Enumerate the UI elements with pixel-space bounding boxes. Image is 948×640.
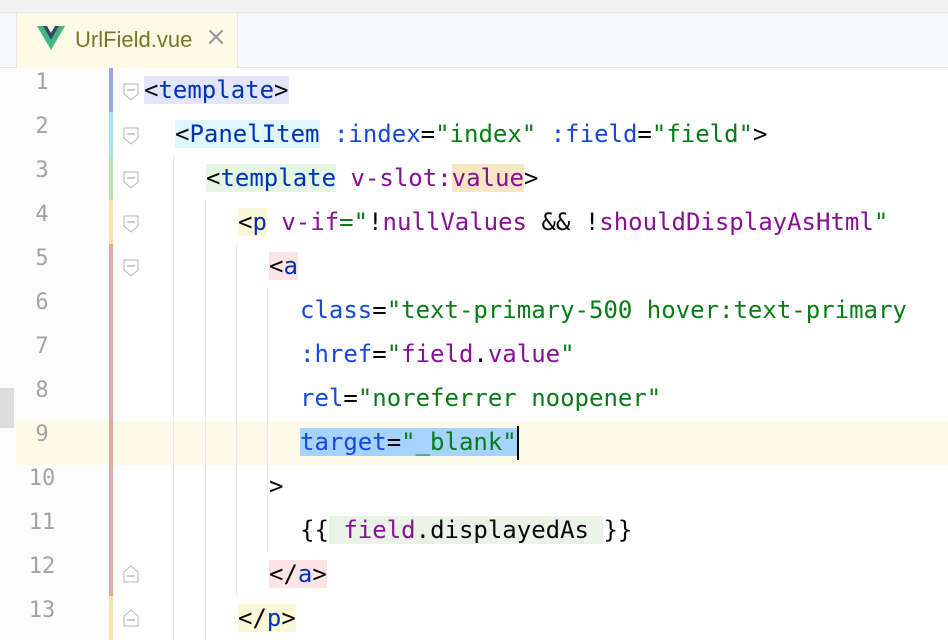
code-line-2: <PanelItem :index="index" :field="field"… — [175, 120, 768, 148]
line-number: 8 — [35, 378, 49, 403]
vcs-change-marker — [109, 200, 113, 244]
code-line-6: class="text-primary-500 hover:text-prima… — [300, 296, 907, 324]
vcs-change-marker — [109, 244, 113, 596]
line-number: 13 — [28, 598, 56, 623]
line-number: 7 — [35, 334, 49, 359]
fold-open-icon[interactable] — [122, 171, 140, 189]
fold-close-icon[interactable] — [122, 609, 140, 627]
code-line-1: <template> — [144, 76, 289, 104]
vcs-change-marker — [109, 68, 113, 112]
indent-guide — [173, 156, 174, 640]
close-icon[interactable]: × — [203, 24, 229, 50]
line-number: 6 — [35, 290, 49, 315]
line-number: 11 — [28, 510, 56, 535]
line-number: 5 — [35, 246, 49, 271]
indent-guide — [205, 200, 206, 640]
code-line-5: <a — [269, 252, 298, 280]
line-number: 9 — [35, 422, 49, 447]
fold-open-icon[interactable] — [122, 259, 140, 277]
line-number: 2 — [35, 114, 49, 139]
code-line-3: <template v-slot:value> — [206, 164, 539, 192]
editor-tab-bar: UrlField.vue × — [0, 12, 948, 68]
fold-open-icon[interactable] — [122, 215, 140, 233]
indent-guide — [267, 288, 268, 552]
vcs-change-marker — [109, 112, 113, 156]
indent-guide — [236, 244, 237, 596]
line-number: 1 — [35, 70, 49, 95]
fold-open-icon[interactable] — [122, 83, 140, 101]
fold-open-icon[interactable] — [122, 127, 140, 145]
line-number: 3 — [35, 158, 49, 183]
line-number: 12 — [28, 554, 56, 579]
code-line-11: {{ field.displayedAs }} — [300, 516, 633, 544]
vcs-change-marker — [109, 596, 113, 640]
code-line-12: </a> — [269, 560, 327, 588]
code-line-10: > — [269, 472, 284, 500]
vue-logo-icon — [37, 26, 65, 50]
left-edge-marker — [0, 388, 14, 428]
line-number: 4 — [35, 202, 49, 227]
code-line-7: :href="field.value" — [300, 340, 575, 368]
code-line-4: <p v-if="!nullValues && !shouldDisplayAs… — [238, 208, 889, 236]
vcs-change-marker — [109, 156, 113, 200]
window-top-strip — [0, 0, 948, 12]
code-line-13: </p> — [238, 604, 296, 632]
tab-filename: UrlField.vue — [75, 27, 193, 52]
text-caret — [516, 426, 519, 460]
line-number: 10 — [28, 466, 56, 491]
fold-close-icon[interactable] — [122, 565, 140, 583]
code-line-8: rel="noreferrer noopener" — [300, 384, 662, 412]
tab-urlfield-vue[interactable]: UrlField.vue × — [16, 13, 238, 68]
code-line-9: target="_blank" — [300, 420, 519, 464]
